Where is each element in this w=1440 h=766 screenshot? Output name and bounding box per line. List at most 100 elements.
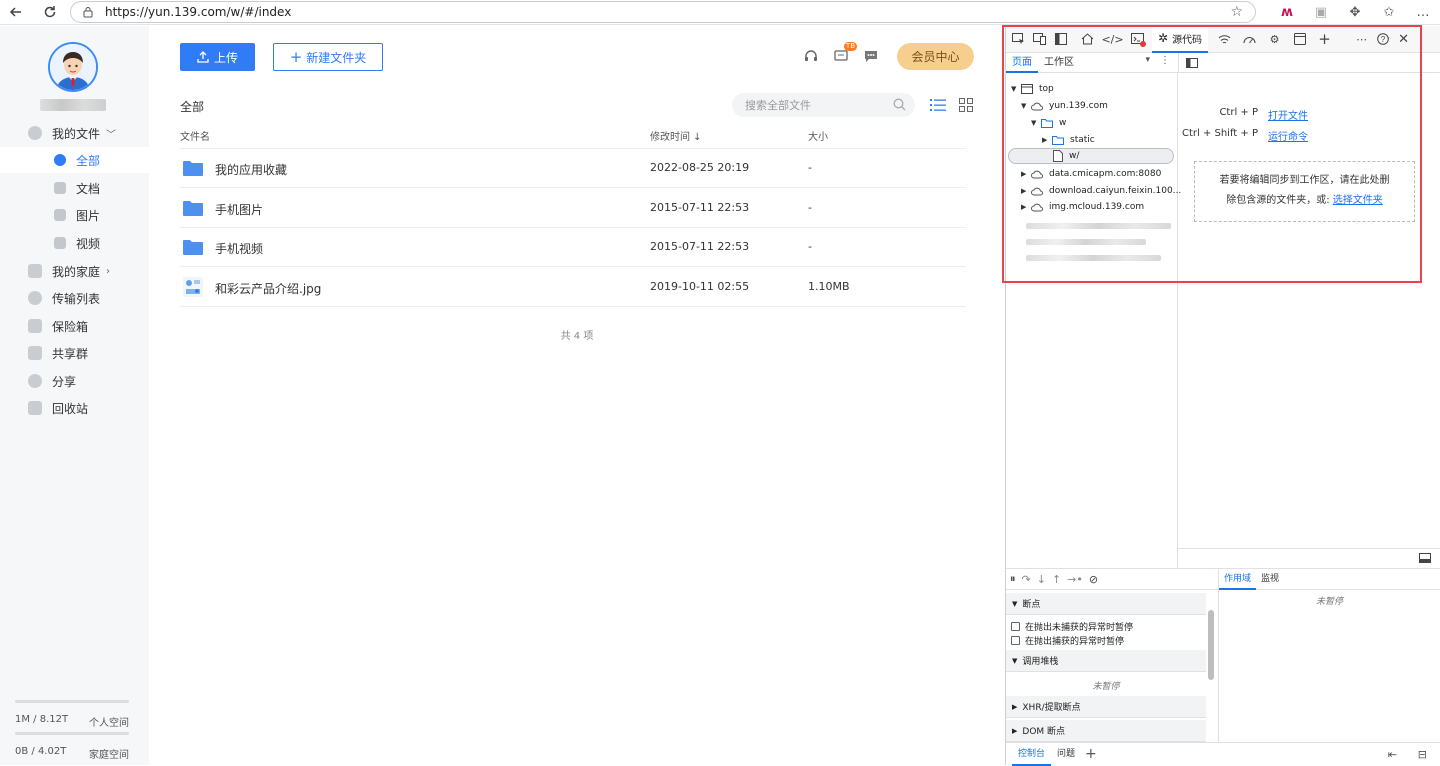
pause-caught-checkbox[interactable]: 在抛出捕获的异常时暂停 [1011, 634, 1124, 647]
message-icon[interactable]: TB [833, 42, 857, 64]
folder-icon [183, 240, 203, 255]
close-drawer-icon[interactable]: ⊟ [1418, 748, 1427, 761]
run-command-link[interactable]: 运行命令 [1268, 128, 1308, 143]
checkbox[interactable] [1011, 636, 1020, 645]
pause-icon[interactable]: ⏸ [1010, 572, 1016, 586]
shortcut-open-file: Ctrl + P 打开文件 [1180, 107, 1308, 122]
scrollbar[interactable] [1208, 610, 1214, 680]
file-name[interactable]: 手机视频 [215, 240, 263, 257]
headset-icon[interactable] [803, 48, 819, 64]
welcome-home-icon[interactable] [1077, 28, 1098, 50]
tab-issues[interactable]: 问题 [1051, 743, 1081, 766]
column-size[interactable]: 大小 [808, 128, 828, 143]
inspect-element-icon[interactable] [1008, 28, 1029, 50]
settings-gear-icon[interactable]: ⚙ [1264, 28, 1285, 50]
sidebar-item-all[interactable]: 全部 [0, 147, 149, 173]
sidebar-item-share-groups[interactable]: 共享群 [0, 340, 149, 366]
chat-icon[interactable] [863, 48, 879, 64]
help-icon[interactable]: ? [1372, 28, 1393, 50]
close-icon[interactable]: ✕ [1393, 28, 1414, 50]
elements-tab-icon[interactable]: </> [1101, 28, 1123, 50]
favorite-star-icon[interactable]: ☆ [1230, 4, 1243, 20]
extension-gray-icon[interactable]: ▣ [1304, 5, 1338, 20]
sidebar-item-pictures[interactable]: 图片 [0, 202, 149, 228]
tab-page[interactable]: 页面 [1006, 53, 1038, 73]
tab-watch[interactable]: 监视 [1256, 568, 1284, 590]
folder-icon [1041, 119, 1053, 128]
network-wifi-icon[interactable] [1214, 28, 1235, 50]
file-name[interactable]: 手机图片 [215, 201, 263, 218]
sidebar-item-documents[interactable]: 文档 [0, 175, 149, 201]
more-menu-icon[interactable]: … [1406, 5, 1440, 20]
device-toolbar-icon[interactable] [1029, 28, 1050, 50]
performance-icon[interactable] [1239, 28, 1260, 50]
callstack-section[interactable]: ▼ 调用堆栈 [1006, 650, 1206, 672]
search-input[interactable]: 搜索全部文件 [732, 93, 915, 117]
step-icon[interactable]: →• [1067, 573, 1083, 586]
sidebar-item-videos[interactable]: 视频 [0, 230, 149, 256]
sidebar-item-share[interactable]: 分享 [0, 368, 149, 394]
pause-uncaught-checkbox[interactable]: 在抛出未捕获的异常时暂停 [1011, 620, 1133, 633]
application-panel-icon[interactable] [1289, 28, 1310, 50]
file-name[interactable]: 和彩云产品介绍.jpg [215, 280, 321, 297]
dock-bottom-icon[interactable]: ⇤ [1388, 748, 1397, 761]
tab-sources[interactable]: ✲ 源代码 [1152, 25, 1209, 53]
tree-node-w-file[interactable]: w/ [1008, 148, 1174, 164]
dom-breakpoints-section[interactable]: ▶ DOM 断点 [1006, 720, 1206, 742]
breadcrumb[interactable]: 全部 [180, 98, 204, 115]
tree-node-host[interactable]: ▼ yun.139.com [1021, 98, 1108, 114]
sidebar-item-recycle-bin[interactable]: 回收站 [0, 395, 149, 421]
tree-node-w-folder[interactable]: ▼ w [1031, 115, 1066, 131]
table-row[interactable]: 手机视频 2015-07-11 22:53 - [180, 227, 966, 267]
tab-console[interactable]: 控制台 [1012, 743, 1052, 766]
workspace-dropzone[interactable]: 若要将编辑同步到工作区，请在此处删 除包含源的文件夹，或: 选择文件夹 [1194, 161, 1415, 222]
sidebar-item-family[interactable]: 我的家庭 › [0, 258, 149, 284]
checkbox[interactable] [1011, 622, 1020, 631]
add-drawer-tab-icon[interactable]: + [1085, 746, 1097, 762]
grid-view-icon[interactable] [959, 98, 973, 112]
open-file-link[interactable]: 打开文件 [1268, 107, 1308, 122]
column-modified[interactable]: 修改时间 ↓ [650, 128, 702, 143]
deactivate-breakpoints-icon[interactable]: ⊘ [1089, 573, 1098, 586]
file-name[interactable]: 我的应用收藏 [215, 161, 287, 178]
list-view-icon[interactable] [930, 98, 946, 112]
step-out-icon[interactable]: ↑ [1052, 573, 1061, 586]
column-name[interactable]: 文件名 [180, 128, 210, 143]
console-tab-icon[interactable] [1127, 28, 1148, 50]
favorites-icon[interactable]: ✩ [1372, 5, 1406, 20]
table-row[interactable]: 手机图片 2015-07-11 22:53 - [180, 188, 966, 228]
avatar[interactable] [48, 42, 98, 92]
more-tools-icon[interactable]: ⋯ [1351, 28, 1372, 50]
extension-m-icon[interactable]: ʍ [1270, 5, 1304, 20]
tree-node-download-host[interactable]: ▶ download.caiyun.feixin.100... [1021, 183, 1181, 199]
upload-button[interactable]: 上传 [180, 43, 255, 71]
vip-center-button[interactable]: 会员中心 [897, 43, 974, 70]
tab-scope[interactable]: 作用域 [1219, 568, 1257, 590]
step-into-icon[interactable]: ↓ [1037, 573, 1046, 586]
table-row[interactable]: 我的应用收藏 2022-08-25 20:19 - [180, 148, 966, 188]
step-over-icon[interactable]: ↷ [1022, 573, 1031, 586]
address-bar[interactable]: https://yun.139.com/w/#/index ☆ [70, 1, 1256, 23]
tree-node-static-folder[interactable]: ▶ static [1042, 132, 1095, 148]
dock-side-icon[interactable] [1050, 28, 1071, 50]
sidebar-item-safe[interactable]: 保险箱 [0, 313, 149, 339]
sidebar-item-transfers[interactable]: 传输列表 [0, 285, 149, 311]
tree-node-top[interactable]: ▼ top [1011, 81, 1054, 97]
table-row[interactable]: 和彩云产品介绍.jpg 2019-10-11 02:55 1.10MB [180, 267, 966, 307]
toggle-navigator-icon[interactable] [1186, 58, 1198, 68]
extensions-puzzle-icon[interactable]: ✥ [1338, 5, 1372, 20]
select-folder-link[interactable]: 选择文件夹 [1333, 195, 1383, 206]
add-tab-plus-icon[interactable]: + [1314, 28, 1335, 50]
refresh-icon[interactable] [36, 0, 64, 24]
toggle-debugger-icon[interactable] [1419, 553, 1431, 563]
kebab-menu-icon[interactable]: ⋮ [1160, 55, 1170, 66]
tree-node-img-host[interactable]: ▶ img.mcloud.139.com [1021, 199, 1144, 215]
tree-node-data-host[interactable]: ▶ data.cmicapm.com:8080 [1021, 166, 1161, 182]
back-icon[interactable] [2, 0, 30, 24]
tab-workspace[interactable]: 工作区 [1038, 53, 1080, 73]
chevron-down-icon[interactable]: ▾ [1145, 55, 1150, 65]
sidebar-item-my-files[interactable]: 我的文件 ﹀ [0, 120, 149, 146]
new-folder-button[interactable]: + 新建文件夹 [273, 43, 383, 71]
breakpoints-section[interactable]: ▼ 断点 [1006, 593, 1206, 615]
xhr-breakpoints-section[interactable]: ▶ XHR/提取断点 [1006, 696, 1206, 718]
